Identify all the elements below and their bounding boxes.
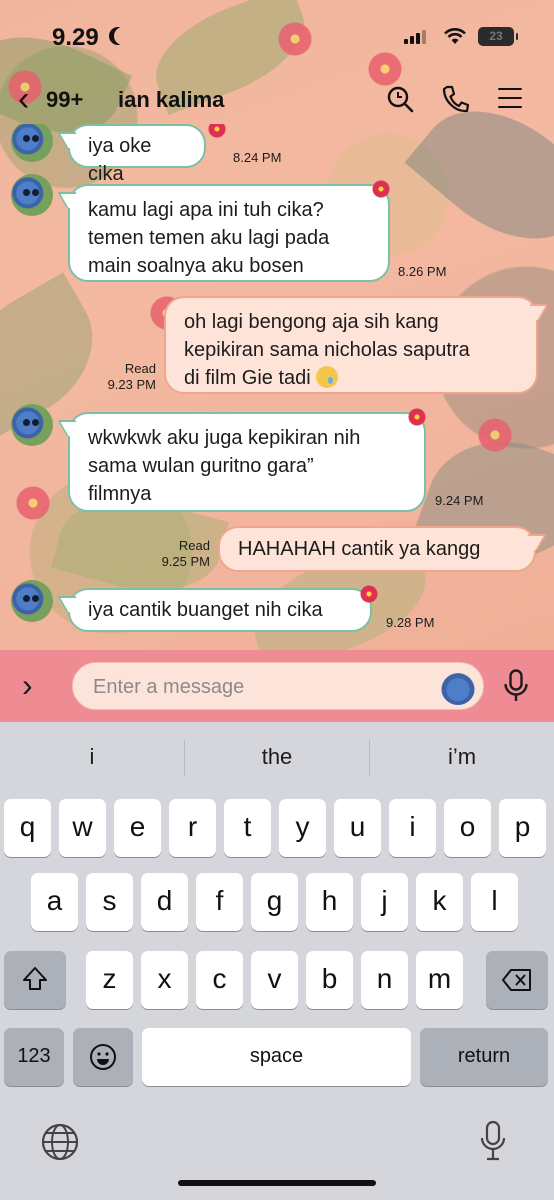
status-time: 9.29 [52, 24, 99, 51]
key-r[interactable]: r [169, 799, 216, 857]
key-f[interactable]: f [196, 873, 243, 931]
message-text-line: kepikiran sama nicholas saputra [184, 339, 470, 361]
crying-face-emoji-icon [316, 366, 339, 388]
message-input[interactable]: Enter a message [72, 662, 484, 710]
message-text-line: filmnya [88, 483, 152, 505]
status-bar: 9.29 23 [0, 0, 554, 72]
return-key[interactable]: return [420, 1028, 548, 1086]
message-text-line: temen temen aku lagi pada [88, 227, 330, 249]
wifi-icon [444, 28, 466, 44]
suggestion-3[interactable]: i’m [370, 744, 554, 770]
hibiscus-icon [372, 180, 390, 198]
message-input-bar: › Enter a message [0, 650, 554, 722]
globe-icon[interactable] [40, 1122, 80, 1162]
read-receipt: Read [124, 361, 156, 376]
expand-chevron-icon[interactable]: › [22, 668, 33, 702]
key-z[interactable]: z [86, 951, 133, 1009]
backspace-icon [502, 969, 531, 991]
read-receipt: Read [178, 538, 210, 553]
key-a[interactable]: a [31, 873, 78, 931]
home-indicator[interactable] [178, 1180, 376, 1186]
search-icon[interactable] [386, 85, 414, 113]
contact-name[interactable]: ian kalima [118, 87, 224, 113]
outgoing-message-bubble[interactable]: oh lagi bengong aja sih kang kepikiran s… [164, 296, 538, 394]
key-u[interactable]: u [334, 799, 381, 857]
incoming-message-bubble[interactable]: iya cantik buanget nih cika [68, 588, 372, 632]
signal-icon [404, 30, 426, 44]
message-input-placeholder: Enter a message [93, 676, 245, 698]
message-time: 9.28 PM [386, 615, 435, 630]
hibiscus-icon [408, 408, 426, 426]
key-g[interactable]: g [251, 873, 298, 931]
message-time: 9.25 PM [161, 554, 210, 569]
key-y[interactable]: y [279, 799, 326, 857]
moon-icon [114, 27, 132, 45]
space-key[interactable]: space [142, 1028, 411, 1086]
message-time: 8.24 PM [233, 150, 282, 165]
key-t[interactable]: t [224, 799, 271, 857]
contact-avatar[interactable] [11, 404, 53, 446]
key-c[interactable]: c [196, 951, 243, 1009]
chat-header: ‹ 99+ ian kalima [0, 76, 554, 124]
key-o[interactable]: o [444, 799, 491, 857]
message-text-line: oh lagi bengong aja sih kang [184, 311, 439, 333]
incoming-message-bubble[interactable]: wkwkwk aku juga kepikiran nih sama wulan… [68, 412, 426, 512]
sticker-icon[interactable] [441, 671, 475, 705]
message-meta: Read 9.23 PM [96, 361, 156, 393]
key-d[interactable]: d [141, 873, 188, 931]
incoming-message-bubble[interactable]: kamu lagi apa ini tuh cika? temen temen … [68, 184, 390, 282]
suggestion-1[interactable]: i [0, 744, 184, 770]
shift-key[interactable] [4, 951, 66, 1009]
key-x[interactable]: x [141, 951, 188, 1009]
message-time: 9.24 PM [435, 493, 484, 508]
message-text-line: kamu lagi apa ini tuh cika? [88, 199, 324, 221]
key-e[interactable]: e [114, 799, 161, 857]
emoji-smiley-icon [90, 1044, 116, 1070]
microphone-icon[interactable] [503, 669, 529, 703]
suggestion-2[interactable]: the [185, 744, 369, 770]
message-text: iya oke cika [88, 135, 152, 185]
key-k[interactable]: k [416, 873, 463, 931]
emoji-key[interactable] [73, 1028, 133, 1086]
message-text-line: sama wulan guritno gara” [88, 455, 314, 477]
key-n[interactable]: n [361, 951, 408, 1009]
message-text-line: main soalnya aku bosen [88, 255, 304, 277]
dictation-microphone-icon[interactable] [480, 1120, 506, 1162]
hibiscus-icon [360, 585, 378, 603]
message-text: iya cantik buanget nih cika [88, 599, 323, 621]
incoming-message-bubble[interactable]: iya oke cika [68, 124, 206, 185]
phone-call-icon[interactable] [441, 84, 469, 114]
key-b[interactable]: b [306, 951, 353, 1009]
battery-icon: 23 [478, 27, 518, 46]
keyboard: i the i’m q w e r t y u i o p a s d f g … [0, 722, 554, 1200]
key-j[interactable]: j [361, 873, 408, 931]
message-text-line: di film Gie tadi [184, 367, 311, 389]
key-q[interactable]: q [4, 799, 51, 857]
backspace-key[interactable] [486, 951, 548, 1009]
contact-avatar[interactable] [11, 124, 53, 162]
key-l[interactable]: l [471, 873, 518, 931]
key-h[interactable]: h [306, 873, 353, 931]
back-chevron-icon[interactable]: ‹ [18, 82, 29, 116]
unread-count-badge[interactable]: 99+ [46, 87, 83, 113]
key-i[interactable]: i [389, 799, 436, 857]
hibiscus-icon [208, 124, 226, 138]
contact-avatar[interactable] [11, 580, 53, 622]
menu-icon[interactable] [498, 88, 522, 115]
key-v[interactable]: v [251, 951, 298, 1009]
numbers-key[interactable]: 123 [4, 1028, 64, 1086]
message-list: iya oke cika 8.24 PM kamu lagi apa ini t… [0, 124, 554, 650]
contact-avatar[interactable] [11, 174, 53, 216]
key-w[interactable]: w [59, 799, 106, 857]
message-time: 8.26 PM [398, 264, 447, 279]
message-text-line: wkwkwk aku juga kepikiran nih [88, 427, 361, 449]
message-time: 9.23 PM [107, 377, 156, 392]
key-s[interactable]: s [86, 873, 133, 931]
message-text: HAHAHAH cantik ya kangg [238, 538, 481, 560]
message-meta: Read 9.25 PM [150, 538, 210, 570]
key-p[interactable]: p [499, 799, 546, 857]
key-m[interactable]: m [416, 951, 463, 1009]
outgoing-message-bubble[interactable]: HAHAHAH cantik ya kangg [218, 526, 536, 572]
shift-icon [23, 967, 47, 990]
